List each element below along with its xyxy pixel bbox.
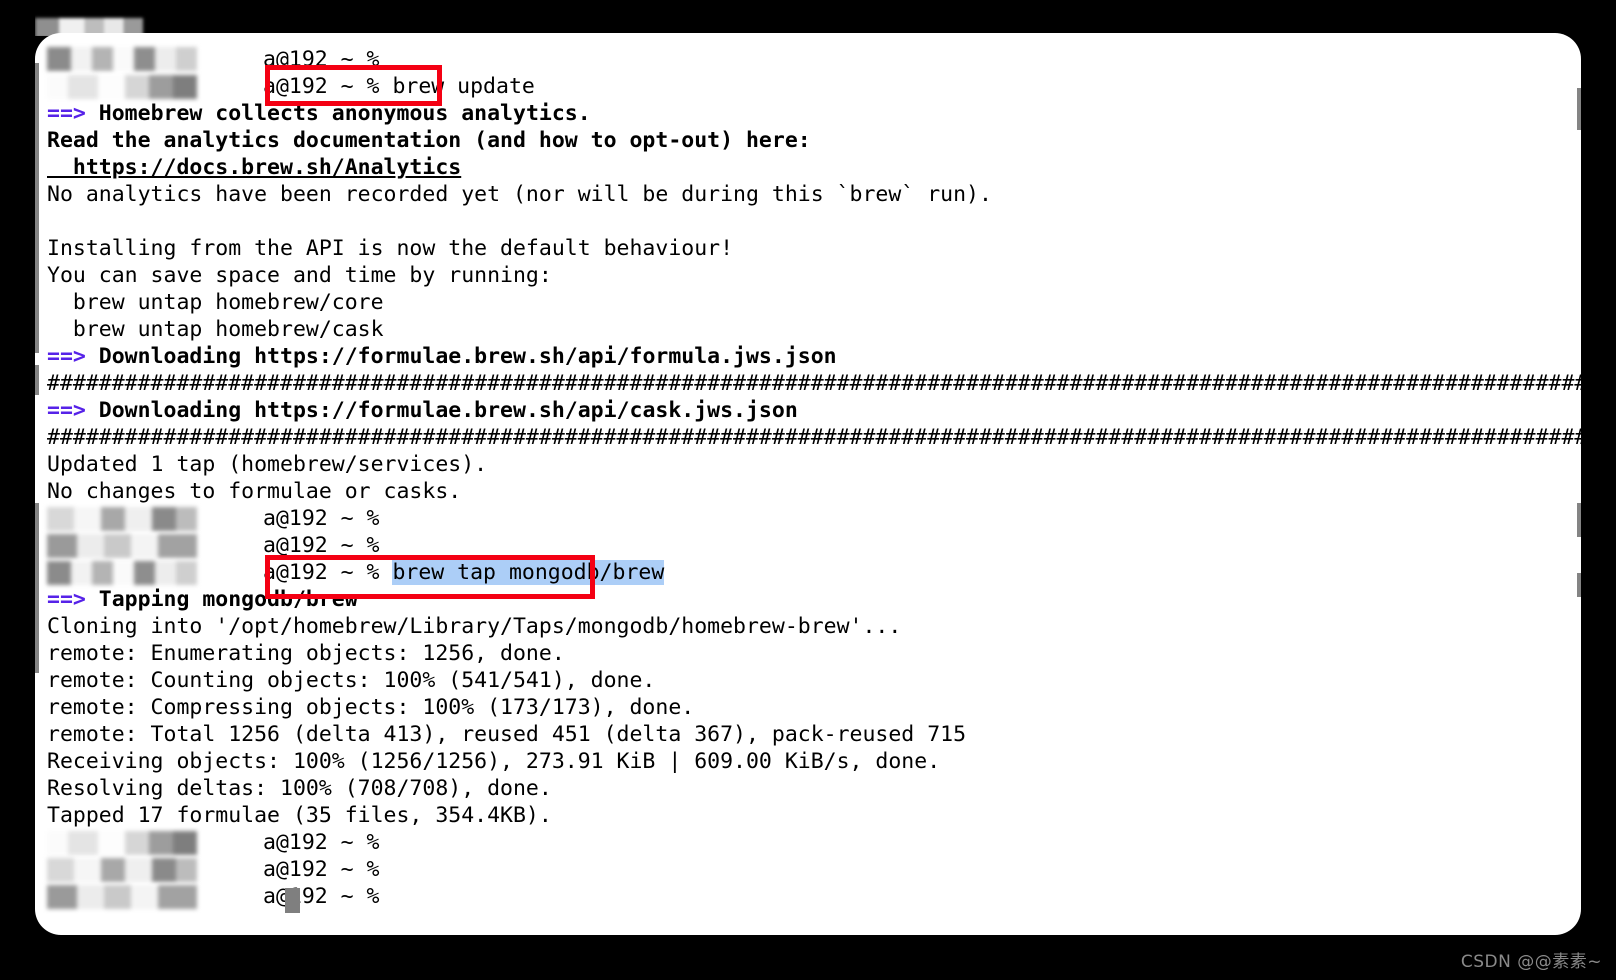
terminal-line: remote: Enumerating objects: 1256, done. (47, 641, 565, 666)
terminal-window[interactable]: a@192 ~ % a@192 ~ % brew update ==> Home… (35, 33, 1581, 935)
terminal-line: https://docs.brew.sh/Analytics (47, 154, 461, 181)
progress-bar-line: ########################################… (47, 425, 1581, 450)
terminal-line: remote: Total 1256 (delta 413), reused 4… (47, 722, 967, 747)
redacted-username-icon (47, 561, 197, 585)
redacted-username-icon (47, 507, 197, 531)
terminal-line: brew untap homebrew/core (47, 290, 384, 315)
redacted-username-icon (47, 858, 197, 882)
redacted-username-icon (47, 75, 197, 99)
analytics-docs-link[interactable]: https://docs.brew.sh/Analytics (47, 155, 461, 180)
terminal-line: You can save space and time by running: (47, 263, 552, 288)
redacted-username-icon (47, 534, 197, 558)
redacted-username-icon (47, 885, 197, 909)
terminal-line: Read the analytics documentation (and ho… (47, 128, 811, 153)
terminal-screen[interactable]: a@192 ~ % a@192 ~ % brew update ==> Home… (35, 33, 1581, 935)
terminal-line: ==> Downloading https://formulae.brew.sh… (47, 344, 837, 369)
annotation-box-brew-tap (265, 555, 595, 599)
watermark: CSDN @@素素~ (1460, 952, 1602, 972)
terminal-line: Cloning into '/opt/homebrew/Library/Taps… (47, 614, 902, 639)
arrow-prefix-icon: ==> (47, 101, 86, 126)
terminal-line: Resolving deltas: 100% (708/708), done. (47, 776, 552, 801)
terminal-line: ==> Downloading https://formulae.brew.sh… (47, 398, 798, 423)
terminal-line: Receiving objects: 100% (1256/1256), 273… (47, 749, 941, 774)
annotation-box-brew-update (265, 65, 442, 106)
redacted-username-icon (47, 47, 197, 71)
arrow-prefix-icon: ==> (47, 587, 86, 612)
text-cursor (285, 888, 300, 913)
terminal-line: No changes to formulae or casks. (47, 479, 462, 504)
progress-bar-line: ########################################… (47, 371, 1581, 396)
arrow-prefix-icon: ==> (47, 344, 86, 369)
terminal-line: remote: Compressing objects: 100% (173/1… (47, 695, 695, 720)
terminal-line: brew untap homebrew/cask (47, 317, 384, 342)
redacted-username-icon (47, 831, 197, 855)
terminal-line: Tapped 17 formulae (35 files, 354.4KB). (47, 803, 552, 828)
terminal-line: Installing from the API is now the defau… (47, 236, 734, 261)
arrow-prefix-icon: ==> (47, 398, 86, 423)
terminal-line: No analytics have been recorded yet (nor… (47, 182, 992, 207)
terminal-line: remote: Counting objects: 100% (541/541)… (47, 668, 656, 693)
terminal-line: Updated 1 tap (homebrew/services). (47, 452, 488, 477)
